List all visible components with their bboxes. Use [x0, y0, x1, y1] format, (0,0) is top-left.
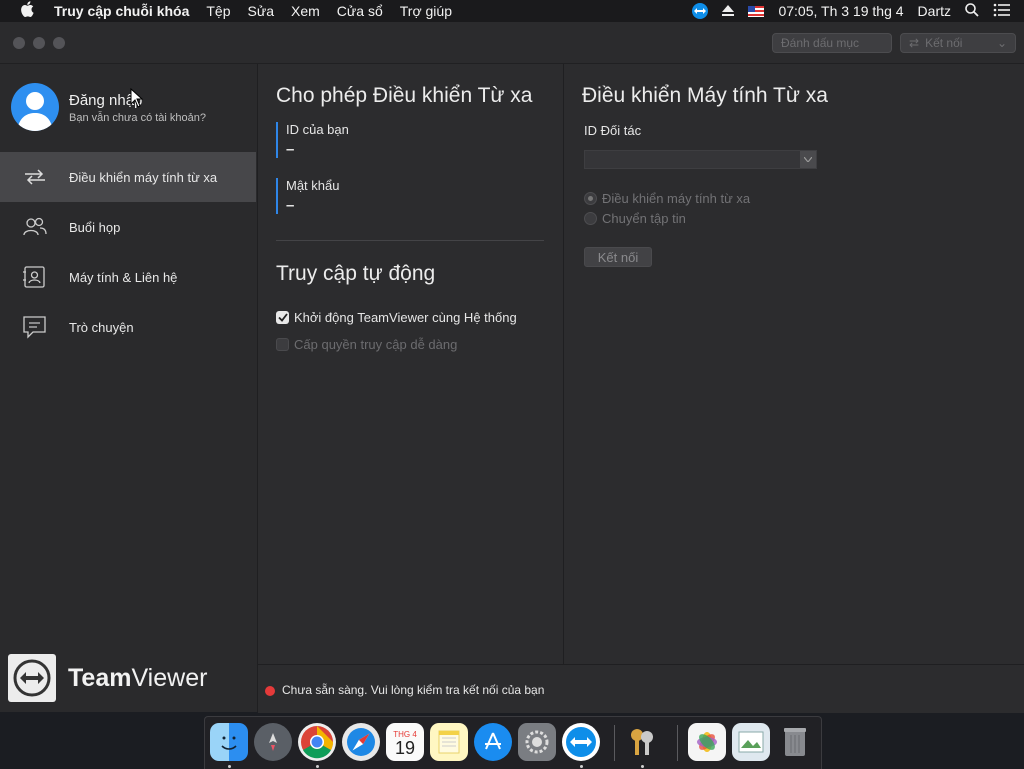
- dock: THG 4 19: [204, 716, 822, 769]
- arrows-exchange-icon: [22, 165, 48, 189]
- zoom-window-button[interactable]: [53, 37, 65, 49]
- teamviewer-window: Đánh dấu mục ⇄ Kết nối ⌄ Đăng nhập Bạn v…: [0, 22, 1024, 713]
- divider: [276, 240, 544, 241]
- dock-separator: [677, 725, 678, 761]
- password-label: Mật khẩu: [286, 178, 340, 193]
- people-icon: [22, 215, 48, 239]
- checkbox-box[interactable]: [276, 338, 289, 351]
- sidebar: Đăng nhập Bạn vẫn chưa có tài khoản? Điề…: [0, 64, 258, 712]
- radio-button[interactable]: [584, 212, 597, 225]
- apple-icon[interactable]: [20, 1, 36, 21]
- user-icon: [17, 92, 53, 131]
- chevron-down-icon: ⌄: [996, 36, 1007, 50]
- launchpad-icon[interactable]: [254, 723, 292, 761]
- teamviewer-status-icon[interactable]: [692, 3, 709, 19]
- control-remote-title: Điều khiển Máy tính Từ xa: [582, 84, 828, 107]
- menu-edit[interactable]: Sửa: [248, 3, 275, 19]
- safari-icon[interactable]: [342, 723, 380, 761]
- checkmark-icon[interactable]: [276, 311, 289, 324]
- allow-remote-title: Cho phép Điều khiển Từ xa: [276, 84, 533, 107]
- easy-access-checkbox[interactable]: Cấp quyền truy cập dễ dàng: [276, 337, 457, 352]
- menu-help[interactable]: Trợ giúp: [400, 3, 452, 19]
- connect-button[interactable]: Kết nối: [584, 247, 652, 267]
- chevron-down-icon[interactable]: [800, 151, 816, 168]
- teamviewer-logo: TeamViewer: [8, 654, 207, 702]
- radio-file-transfer-label: Chuyển tập tin: [602, 211, 686, 226]
- teamviewer-wordmark: TeamViewer: [68, 663, 208, 692]
- menu-app-name[interactable]: Truy cập chuỗi khóa: [54, 3, 189, 19]
- system-preferences-icon[interactable]: [518, 723, 556, 761]
- menu-view[interactable]: Xem: [291, 3, 320, 19]
- finder-icon[interactable]: [210, 723, 248, 761]
- chat-icon: [22, 315, 48, 339]
- preview-icon[interactable]: [732, 723, 770, 761]
- unattended-access-title: Truy cập tự động: [276, 262, 436, 285]
- login-subtitle[interactable]: Bạn vẫn chưa có tài khoản?: [69, 112, 206, 124]
- notes-icon[interactable]: [430, 723, 468, 761]
- photos-icon[interactable]: [688, 723, 726, 761]
- calendar-day: 19: [394, 737, 416, 758]
- sidebar-item-label: Trò chuyện: [69, 319, 134, 335]
- status-bar: Chưa sẵn sàng. Vui lòng kiểm tra kết nối…: [258, 664, 1024, 713]
- eject-icon[interactable]: [722, 3, 735, 19]
- your-id-field: ID của bạn –: [276, 122, 349, 158]
- search-icon[interactable]: [965, 2, 979, 20]
- radio-remote-control-label: Điều khiển máy tính từ xa: [602, 191, 751, 206]
- sidebar-item-computers-contacts[interactable]: Máy tính & Liên hệ: [0, 252, 256, 302]
- user-name[interactable]: Dartz: [918, 3, 951, 19]
- menu-window[interactable]: Cửa sổ: [337, 3, 383, 19]
- teamviewer-logo-icon: [8, 654, 56, 702]
- mouse-cursor-icon: [130, 87, 144, 113]
- title-bar: Đánh dấu mục ⇄ Kết nối ⌄: [0, 22, 1024, 64]
- bookmark-field[interactable]: Đánh dấu mục: [772, 33, 892, 53]
- calendar-icon[interactable]: THG 4 19: [386, 723, 424, 761]
- password-field: Mật khẩu –: [276, 178, 339, 214]
- teamviewer-icon[interactable]: [562, 723, 600, 761]
- password-value[interactable]: –: [286, 197, 339, 214]
- status-text: Chưa sẵn sàng. Vui lòng kiểm tra kết nối…: [282, 683, 545, 697]
- toolbar-connect-button[interactable]: ⇄ Kết nối ⌄: [900, 33, 1016, 53]
- trash-icon[interactable]: [776, 723, 814, 761]
- easy-access-label: Cấp quyền truy cập dễ dàng: [294, 337, 458, 352]
- menu-bar: Truy cập chuỗi khóa Tệp Sửa Xem Cửa sổ T…: [0, 0, 1024, 22]
- sidebar-item-label: Máy tính & Liên hệ: [69, 269, 178, 285]
- status-indicator-icon: [265, 686, 275, 696]
- app-store-icon[interactable]: [474, 723, 512, 761]
- minimize-window-button[interactable]: [33, 37, 45, 49]
- partner-id-label: ID Đối tác: [584, 123, 642, 138]
- chrome-icon[interactable]: [298, 723, 336, 761]
- your-id-value[interactable]: –: [286, 141, 349, 158]
- list-icon[interactable]: [993, 3, 1010, 20]
- sidebar-item-chat[interactable]: Trò chuyện: [0, 302, 256, 352]
- control-remote-panel: Điều khiển Máy tính Từ xa ID Đối tác Điề…: [564, 64, 1024, 664]
- partner-id-input[interactable]: [584, 150, 817, 169]
- allow-remote-control-panel: Cho phép Điều khiển Từ xa ID của bạn – M…: [258, 64, 564, 664]
- radio-button-selected[interactable]: [584, 192, 597, 205]
- start-with-system-label: Khởi động TeamViewer cùng Hệ thống: [294, 310, 517, 325]
- sidebar-item-remote-control[interactable]: Điều khiển máy tính từ xa: [0, 152, 256, 202]
- sidebar-item-meeting[interactable]: Buổi họp: [0, 202, 256, 252]
- toolbar-connect-label: Kết nối: [925, 36, 963, 50]
- dock-separator: [614, 725, 615, 761]
- your-id-label: ID của bạn: [286, 122, 349, 137]
- radio-remote-control[interactable]: Điều khiển máy tính từ xa: [584, 191, 750, 206]
- radio-file-transfer[interactable]: Chuyển tập tin: [584, 211, 686, 226]
- close-window-button[interactable]: [13, 37, 25, 49]
- start-with-system-checkbox[interactable]: Khởi động TeamViewer cùng Hệ thống: [276, 310, 517, 325]
- clock[interactable]: 07:05, Th 3 19 thg 4: [778, 3, 903, 19]
- avatar[interactable]: [11, 83, 59, 131]
- menu-file[interactable]: Tệp: [206, 3, 230, 19]
- sidebar-item-label: Điều khiển máy tính từ xa: [69, 169, 218, 185]
- contact-card-icon: [22, 265, 48, 289]
- arrow-icon: ⇄: [909, 36, 920, 50]
- flag-icon[interactable]: [748, 5, 765, 17]
- sidebar-item-label: Buổi họp: [69, 219, 121, 235]
- keychain-icon[interactable]: [623, 723, 661, 761]
